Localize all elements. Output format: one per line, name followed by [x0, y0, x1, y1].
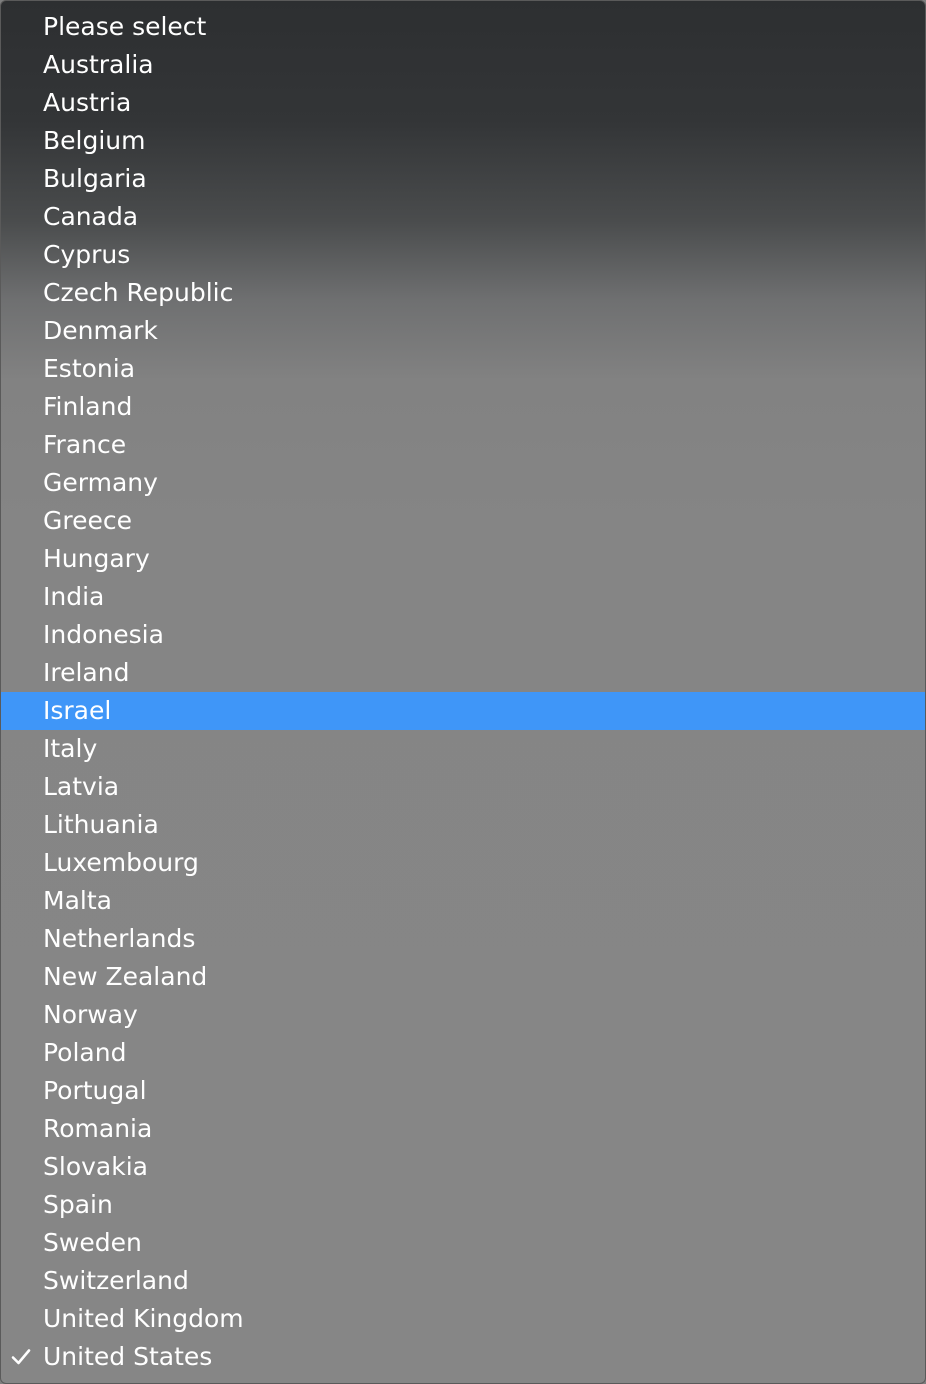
menu-option-latvia[interactable]: Latvia	[1, 768, 925, 806]
menu-option-cyprus[interactable]: Cyprus	[1, 236, 925, 274]
menu-option-denmark[interactable]: Denmark	[1, 312, 925, 350]
menu-option-label: Estonia	[43, 354, 136, 383]
menu-option-bulgaria[interactable]: Bulgaria	[1, 160, 925, 198]
menu-option-label: India	[43, 582, 105, 611]
menu-option-label: Canada	[43, 202, 139, 231]
menu-option-australia[interactable]: Australia	[1, 46, 925, 84]
menu-option-united-kingdom[interactable]: United Kingdom	[1, 1300, 925, 1338]
menu-option-label: Australia	[43, 50, 154, 79]
menu-option-portugal[interactable]: Portugal	[1, 1072, 925, 1110]
menu-option-label: Italy	[43, 734, 98, 763]
menu-option-label: Switzerland	[43, 1266, 189, 1295]
menu-option-belgium[interactable]: Belgium	[1, 122, 925, 160]
menu-option-ireland[interactable]: Ireland	[1, 654, 925, 692]
menu-option-label: Finland	[43, 392, 133, 421]
menu-option-estonia[interactable]: Estonia	[1, 350, 925, 388]
menu-option-netherlands[interactable]: Netherlands	[1, 920, 925, 958]
menu-option-label: United States	[43, 1342, 213, 1371]
menu-option-label: Bulgaria	[43, 164, 147, 193]
menu-option-canada[interactable]: Canada	[1, 198, 925, 236]
menu-option-malta[interactable]: Malta	[1, 882, 925, 920]
menu-option-lithuania[interactable]: Lithuania	[1, 806, 925, 844]
menu-option-norway[interactable]: Norway	[1, 996, 925, 1034]
menu-option-label: United Kingdom	[43, 1304, 244, 1333]
menu-option-label: Czech Republic	[43, 278, 234, 307]
menu-option-spain[interactable]: Spain	[1, 1186, 925, 1224]
menu-option-label: Hungary	[43, 544, 150, 573]
menu-option-label: France	[43, 430, 127, 459]
menu-option-label: Indonesia	[43, 620, 164, 649]
menu-option-label: Denmark	[43, 316, 158, 345]
menu-option-austria[interactable]: Austria	[1, 84, 925, 122]
menu-option-label: Israel	[43, 696, 112, 725]
menu-option-slovakia[interactable]: Slovakia	[1, 1148, 925, 1186]
checkmark-icon	[11, 1338, 35, 1376]
menu-option-label: Greece	[43, 506, 132, 535]
menu-option-label: Austria	[43, 88, 132, 117]
country-option-list: Please select Australia Austria Belgium Bulg…	[1, 8, 925, 1376]
menu-option-finland[interactable]: Finland	[1, 388, 925, 426]
menu-option-label: Norway	[43, 1000, 138, 1029]
menu-option-label: Malta	[43, 886, 112, 915]
menu-option-label: Lithuania	[43, 810, 159, 839]
menu-option-india[interactable]: India	[1, 578, 925, 616]
menu-option-new-zealand[interactable]: New Zealand	[1, 958, 925, 996]
menu-option-italy[interactable]: Italy	[1, 730, 925, 768]
menu-option-greece[interactable]: Greece	[1, 502, 925, 540]
menu-option-label: Romania	[43, 1114, 153, 1143]
menu-option-label: Belgium	[43, 126, 146, 155]
menu-option-label: Slovakia	[43, 1152, 148, 1181]
menu-option-poland[interactable]: Poland	[1, 1034, 925, 1072]
menu-option-israel[interactable]: Israel	[1, 692, 925, 730]
menu-option-label: Luxembourg	[43, 848, 199, 877]
menu-option-switzerland[interactable]: Switzerland	[1, 1262, 925, 1300]
menu-option-label: Netherlands	[43, 924, 196, 953]
menu-option-indonesia[interactable]: Indonesia	[1, 616, 925, 654]
menu-option-label: Spain	[43, 1190, 113, 1219]
menu-option-label: Please select	[43, 12, 207, 41]
menu-option-luxembourg[interactable]: Luxembourg	[1, 844, 925, 882]
menu-option-france[interactable]: France	[1, 426, 925, 464]
menu-option-label: Portugal	[43, 1076, 147, 1105]
menu-option-united-states[interactable]: United States	[1, 1338, 925, 1376]
menu-option-label: Poland	[43, 1038, 127, 1067]
menu-option-sweden[interactable]: Sweden	[1, 1224, 925, 1262]
menu-option-label: Germany	[43, 468, 158, 497]
menu-option-label: Cyprus	[43, 240, 131, 269]
menu-option-label: New Zealand	[43, 962, 208, 991]
menu-option-czech-republic[interactable]: Czech Republic	[1, 274, 925, 312]
country-dropdown-menu: Please select Australia Austria Belgium Bulg…	[0, 0, 926, 1384]
menu-option-label: Ireland	[43, 658, 130, 687]
menu-option-label: Latvia	[43, 772, 120, 801]
menu-option-hungary[interactable]: Hungary	[1, 540, 925, 578]
menu-option-label: Sweden	[43, 1228, 142, 1257]
menu-option-please-select[interactable]: Please select	[1, 8, 925, 46]
menu-option-germany[interactable]: Germany	[1, 464, 925, 502]
menu-option-romania[interactable]: Romania	[1, 1110, 925, 1148]
